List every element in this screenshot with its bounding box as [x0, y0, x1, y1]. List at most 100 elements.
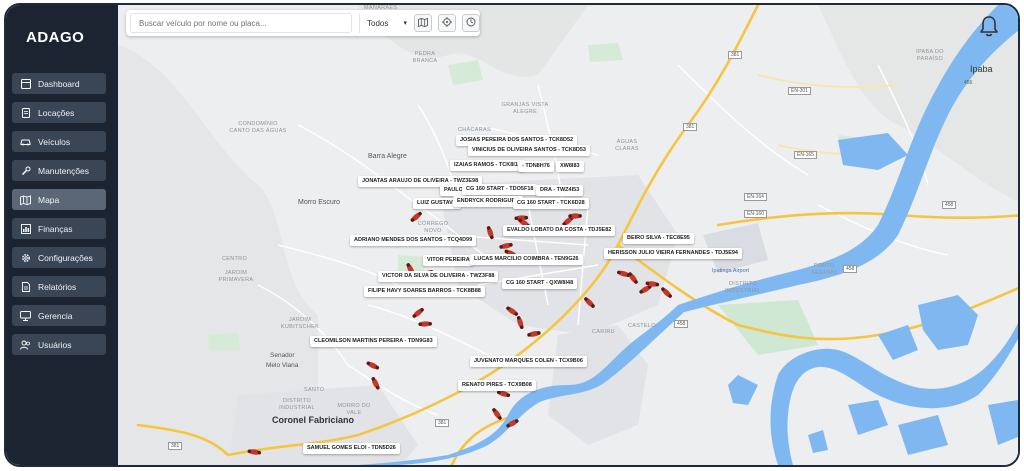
- logo[interactable]: ADAGO: [26, 29, 98, 47]
- vehicle-label[interactable]: FILIPE HAVY SOARES BARROS - TCK8B88: [364, 286, 485, 297]
- vehicle-label[interactable]: VICTOR DA SILVA DE OLIVEIRA - TWZ3F88: [378, 271, 499, 282]
- sidebar-item-label: Finanças: [38, 223, 73, 234]
- sidebar-item-financas[interactable]: Finanças: [12, 218, 106, 239]
- vehicle-label[interactable]: IZAIAS RAMOS - TCK8I14: [450, 160, 525, 171]
- sidebar-item-label: Veículos: [38, 136, 71, 147]
- document-icon: [20, 107, 31, 118]
- road-badge: 381: [683, 123, 698, 131]
- vehicle-label[interactable]: EVALDO LOBATO DA COSTA - TDJ5E82: [503, 225, 616, 236]
- bell-icon: [978, 16, 1000, 42]
- sidebar-item-configuracoes[interactable]: Configurações: [12, 247, 106, 268]
- area-label: CARIRU: [592, 329, 615, 335]
- vehicle-label[interactable]: BEIRO SILVA - TEC8E95: [623, 233, 694, 244]
- area-label: CENTRO: [222, 256, 248, 262]
- users-icon: [20, 339, 31, 350]
- vehicle-label[interactable]: ADRIANO MENDES DOS SANTOS - TCQ4D99: [350, 235, 477, 246]
- area-label: CONDOMÍNIO CANTO DAS ÁGUAS: [229, 121, 287, 134]
- area-label: SANTO: [304, 387, 325, 393]
- vehicle-label[interactable]: CG 160 START - TDO5F18: [462, 184, 538, 195]
- area-label: MORRO DO VALE: [337, 403, 371, 416]
- sidebar-item-usuarios[interactable]: Usuários: [12, 334, 106, 355]
- area-label: PEDRA BRANCA: [412, 51, 438, 64]
- vehicle-marker-icon[interactable]: [418, 315, 432, 327]
- search-toolbar: Todos ▾: [126, 10, 480, 36]
- road-badge: 458: [843, 265, 858, 273]
- place-label: Barra Alegre: [368, 153, 407, 160]
- monitor-icon: [20, 310, 31, 321]
- vehicle-label[interactable]: DRA - TWZ4I53: [536, 185, 584, 196]
- vehicle-marker-icon[interactable]: [247, 442, 263, 455]
- vehicle-label[interactable]: HERISSON JULIO VIEIRA FERNANDES - TDJ5E9…: [604, 248, 742, 259]
- center-location-button[interactable]: [438, 14, 456, 32]
- sidebar-item-label: Manutenções: [38, 165, 90, 176]
- vehicle-marker-icon[interactable]: [525, 324, 541, 337]
- vehicle-label[interactable]: CLEOMILSON MARTINS PEREIRA - TDN9G83: [310, 336, 437, 347]
- map-layers-button[interactable]: [414, 14, 432, 32]
- place-label: Melo Viana: [266, 362, 299, 369]
- dashboard-icon: [20, 78, 31, 89]
- sidebar-item-label: Gerencia: [38, 310, 73, 321]
- vehicle-label[interactable]: RENATO PIRES - TCX9B08: [458, 380, 536, 391]
- sidebar-item-manutencoes[interactable]: Manutenções: [12, 160, 106, 181]
- vehicle-label[interactable]: - TDN8H76: [518, 161, 554, 172]
- road-badge: EN-160: [744, 210, 767, 218]
- area-label: IPABA DO PARAÍSO: [916, 49, 944, 62]
- area-label: JARDIM KUBITSCHEK: [280, 317, 320, 330]
- app-frame: ADAGO Dashboard Locações Veículos Manute…: [4, 3, 1020, 467]
- sidebar-item-locacoes[interactable]: Locações: [12, 102, 106, 123]
- chart-icon: [20, 223, 31, 234]
- area-label: CHÁCARAS: [458, 127, 491, 133]
- clock-icon: [466, 14, 476, 32]
- vehicle-label[interactable]: XW8I83: [556, 161, 584, 172]
- logo-text: ADAGO: [26, 29, 85, 46]
- area-label: PORTO SEGURO: [811, 263, 837, 276]
- area-label: ÁGUAS CLARAS: [615, 139, 639, 152]
- road-badge: EN-165: [794, 151, 817, 159]
- vehicle-label[interactable]: LUCAS MARCILIO COIMBRA - TEN9G26: [470, 254, 583, 265]
- place-label: Morro Escuro: [298, 199, 341, 206]
- sidebar-item-relatorios[interactable]: Relatórios: [12, 276, 106, 297]
- report-icon: [20, 281, 31, 292]
- history-button[interactable]: [462, 14, 480, 32]
- road-badge: 381: [728, 51, 743, 59]
- area-label: GRANJAS VISTA ALEGRE: [501, 102, 549, 115]
- sidebar-item-label: Dashboard: [38, 78, 80, 89]
- vehicle-label[interactable]: SAMUEL GOMES ELOI - TDN5D26: [303, 443, 400, 454]
- road-badge: 381: [168, 442, 183, 450]
- vehicle-filter-select[interactable]: Todos ▾: [359, 13, 411, 33]
- sidebar-item-label: Configurações: [38, 252, 93, 263]
- map-icon: [20, 194, 31, 205]
- road-badge: EN-301: [788, 87, 811, 95]
- map-layers-icon: [418, 14, 428, 32]
- notifications-button[interactable]: [978, 14, 1000, 38]
- sidebar-item-mapa[interactable]: Mapa: [12, 189, 106, 210]
- sidebar-item-gerencia[interactable]: Gerencia: [12, 305, 106, 326]
- car-icon: [20, 136, 31, 147]
- sidebar-item-dashboard[interactable]: Dashboard: [12, 73, 106, 94]
- map-view[interactable]: 381 EN-301 EN-165 EN-160 458 381 458 458…: [118, 5, 1018, 465]
- place-label: Ipaba: [970, 64, 993, 74]
- gear-icon: [20, 252, 31, 263]
- search-input[interactable]: [130, 13, 352, 33]
- vehicle-label[interactable]: CG 160 START - TCK6D28: [513, 198, 589, 209]
- crosshair-icon: [442, 14, 452, 32]
- sidebar-item-label: Mapa: [38, 194, 60, 205]
- place-label: Ipatinga Airport: [712, 268, 749, 274]
- vehicle-filter-value: Todos: [367, 18, 389, 28]
- area-label: JARDIM PRIMAVERA: [218, 270, 254, 283]
- road-badge: 458: [942, 201, 957, 209]
- area-label: CÓRREGO NOVO: [417, 221, 449, 234]
- area-label: DISTRITO INDUSTRIAL: [279, 398, 315, 411]
- sidebar-item-label: Usuários: [38, 339, 72, 350]
- sidebar-item-label: Relatórios: [38, 281, 77, 292]
- sidebar-item-veiculos[interactable]: Veículos: [12, 131, 106, 152]
- vehicle-label[interactable]: VINICIUS DE OLIVEIRA SANTOS - TCK8D53: [468, 145, 590, 156]
- place-label: Senador: [270, 352, 295, 359]
- area-label: DISTRITO INDUSTRIAL: [725, 281, 761, 294]
- vehicle-label[interactable]: JUVENATO MARQUES COLEN - TCX9B06: [470, 356, 587, 367]
- vehicle-label[interactable]: CG 160 START - QXW8I48: [502, 278, 578, 289]
- area-label: CASTELO: [628, 323, 656, 329]
- vehicle-label[interactable]: VITOR PEREIRA: [423, 255, 474, 266]
- road-badge: EN-164: [744, 193, 767, 201]
- vehicle-marker-icon[interactable]: [645, 274, 661, 287]
